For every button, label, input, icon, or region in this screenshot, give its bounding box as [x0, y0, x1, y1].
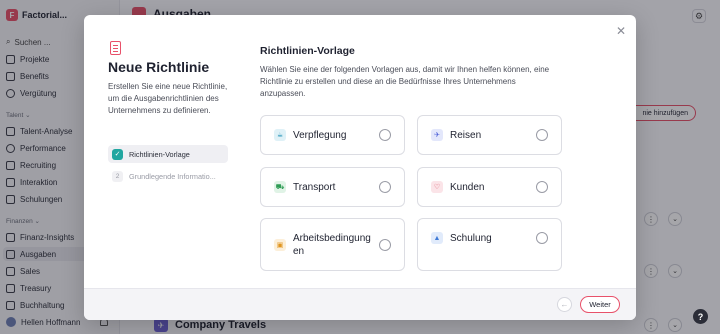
- new-policy-modal: ✕ Neue Richtlinie Erstellen Sie eine neu…: [84, 15, 636, 320]
- template-label: Transport: [293, 181, 336, 193]
- modal-title: Neue Richtlinie: [108, 59, 210, 75]
- template-card-verpflegung[interactable]: ☕ Verpflegung: [260, 115, 405, 155]
- template-card-schulung[interactable]: ▲ Schulung: [417, 218, 562, 271]
- template-label: Verpflegung: [293, 129, 347, 141]
- briefcase-icon: ▣: [274, 238, 286, 251]
- help-button[interactable]: ?: [693, 309, 708, 324]
- modal-footer: ← Weiter: [84, 288, 636, 320]
- template-section-description: Wählen Sie eine der folgenden Vorlagen a…: [260, 65, 550, 98]
- back-button[interactable]: ←: [557, 297, 572, 312]
- next-button[interactable]: Weiter: [580, 296, 620, 313]
- template-label: Arbeitsbedingungen: [293, 232, 371, 257]
- template-card-reisen[interactable]: ✈ Reisen: [417, 115, 562, 155]
- template-radio[interactable]: [379, 181, 391, 193]
- step-number: 2: [112, 170, 123, 182]
- document-icon: [110, 41, 121, 55]
- step-richtlinien-vorlage[interactable]: ✓ Richtlinien-Vorlage: [108, 145, 228, 163]
- template-radio[interactable]: [379, 129, 391, 141]
- step-label: Grundlegende Informatio...: [129, 171, 216, 181]
- graduation-icon: ▲: [431, 232, 443, 244]
- check-icon: ✓: [112, 148, 123, 160]
- template-section-title: Richtlinien-Vorlage: [260, 45, 355, 57]
- template-radio[interactable]: [379, 238, 391, 251]
- plane-icon: ✈: [431, 129, 443, 141]
- template-radio[interactable]: [536, 129, 548, 141]
- template-label: Schulung: [450, 233, 492, 244]
- transport-icon: ⛟: [274, 181, 286, 193]
- template-radio[interactable]: [536, 232, 548, 244]
- app-window: F Factorial... ⌄ ⌕ Suchen ... Projekte B…: [0, 0, 720, 334]
- template-label: Kunden: [450, 181, 485, 193]
- template-card-transport[interactable]: ⛟ Transport: [260, 167, 405, 207]
- close-icon[interactable]: ✕: [616, 24, 626, 38]
- template-card-kunden[interactable]: ♡ Kunden: [417, 167, 562, 207]
- handshake-icon: ♡: [431, 181, 443, 193]
- template-card-arbeitsbedingungen[interactable]: ▣ Arbeitsbedingungen: [260, 218, 405, 271]
- step-grundlegende-informationen[interactable]: 2 Grundlegende Informatio...: [108, 167, 228, 185]
- step-label: Richtlinien-Vorlage: [129, 149, 190, 159]
- template-label: Reisen: [450, 129, 482, 141]
- modal-description: Erstellen Sie eine neue Richtlinie, um d…: [108, 82, 228, 115]
- template-radio[interactable]: [536, 181, 548, 193]
- food-icon: ☕: [274, 129, 286, 141]
